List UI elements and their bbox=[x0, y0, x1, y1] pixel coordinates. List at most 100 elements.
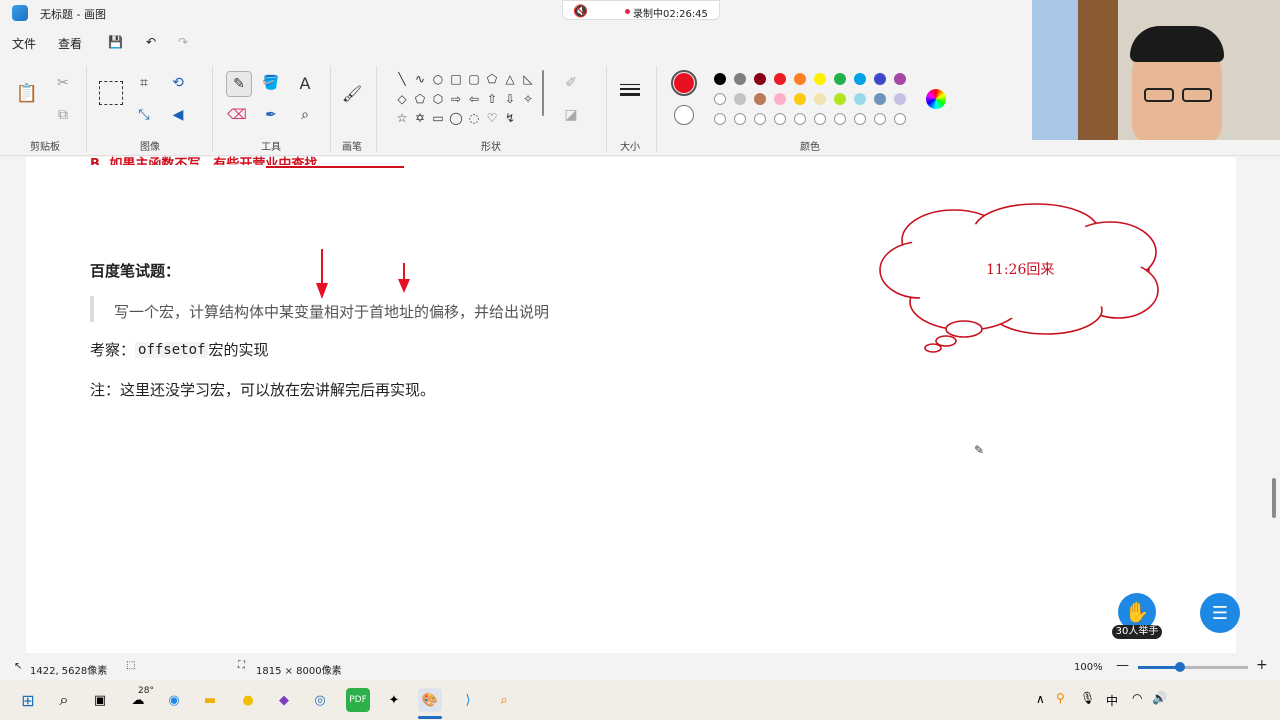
four-point-star-shape-icon[interactable]: ✧ bbox=[521, 92, 535, 106]
zoom-out-button[interactable]: — bbox=[1116, 658, 1129, 673]
color-swatch[interactable] bbox=[894, 93, 906, 105]
task-view-icon[interactable]: ▣ bbox=[88, 688, 112, 712]
color-swatch[interactable] bbox=[774, 73, 786, 85]
hexagon-shape-icon[interactable]: ⬡ bbox=[431, 92, 445, 106]
menu-view[interactable]: 查看 bbox=[58, 35, 82, 52]
shape-fill-icon[interactable]: ◪ bbox=[560, 104, 582, 126]
oval-callout-shape-icon[interactable]: ◯ bbox=[449, 111, 463, 125]
tray-app-icon[interactable]: ⚲ bbox=[1056, 691, 1065, 705]
rotate-icon[interactable]: ⟲ bbox=[167, 72, 189, 94]
chevron-up-icon[interactable]: ∧ bbox=[1036, 692, 1045, 706]
color-swatch[interactable] bbox=[874, 73, 886, 85]
custom-color-slot[interactable] bbox=[814, 113, 826, 125]
visual-studio-icon[interactable]: ◆ bbox=[272, 688, 296, 712]
curve-shape-icon[interactable]: ∿ bbox=[413, 72, 427, 86]
left-arrow-shape-icon[interactable]: ⇦ bbox=[467, 92, 481, 106]
custom-color-slot[interactable] bbox=[794, 113, 806, 125]
right-arrow-shape-icon[interactable]: ⇨ bbox=[449, 92, 463, 106]
drawing-canvas[interactable]: B. 如果主函数不写，有些开营业中查找 百度笔试题： 写一个宏，计算结构体中某变… bbox=[26, 157, 1240, 653]
line-shape-icon[interactable]: ╲ bbox=[395, 72, 409, 86]
shapes-scrollbar[interactable] bbox=[542, 70, 544, 116]
color-swatch[interactable] bbox=[794, 93, 806, 105]
volume-icon[interactable]: 🔊 bbox=[1152, 691, 1167, 705]
lightning-shape-icon[interactable]: ↯ bbox=[503, 111, 517, 125]
fill-bucket-icon[interactable]: 🪣 bbox=[260, 72, 282, 94]
primary-color-well[interactable] bbox=[671, 70, 697, 96]
speaker-muted-icon[interactable]: 🔇 bbox=[573, 4, 589, 18]
app-icon[interactable]: ● bbox=[236, 688, 260, 712]
down-arrow-shape-icon[interactable]: ⇩ bbox=[503, 92, 517, 106]
stroke-size-icon[interactable] bbox=[620, 84, 640, 96]
recording-indicator[interactable]: 🔇 录制中02:26:45 bbox=[562, 0, 720, 20]
color-swatch[interactable] bbox=[714, 73, 726, 85]
paint-taskbar-icon[interactable]: 🎨 bbox=[418, 688, 442, 712]
redo-icon[interactable]: ↷ bbox=[178, 35, 188, 49]
color-swatch[interactable] bbox=[854, 93, 866, 105]
custom-color-slot[interactable] bbox=[734, 113, 746, 125]
custom-color-slot[interactable] bbox=[874, 113, 886, 125]
color-swatch[interactable] bbox=[874, 93, 886, 105]
color-swatch[interactable] bbox=[834, 93, 846, 105]
chat-icon[interactable]: ☰ bbox=[1200, 593, 1240, 633]
diamond-shape-icon[interactable]: ◇ bbox=[395, 92, 409, 106]
file-explorer-icon[interactable]: ▬ bbox=[198, 688, 222, 712]
custom-color-slot[interactable] bbox=[714, 113, 726, 125]
heart-shape-icon[interactable]: ♡ bbox=[485, 111, 499, 125]
app-icon[interactable]: ✦ bbox=[382, 688, 406, 712]
search-app-icon[interactable]: ⌕ bbox=[492, 688, 516, 712]
secondary-color-well[interactable] bbox=[674, 105, 694, 125]
resize-icon[interactable]: ⤡ bbox=[133, 104, 155, 126]
color-swatch[interactable] bbox=[794, 73, 806, 85]
text-tool-icon[interactable]: A bbox=[294, 72, 316, 94]
eraser-icon[interactable]: ⌫ bbox=[226, 104, 248, 126]
app-icon[interactable]: ◎ bbox=[308, 688, 332, 712]
edit-colors-icon[interactable] bbox=[926, 89, 946, 109]
color-swatch[interactable] bbox=[754, 73, 766, 85]
rect-callout-shape-icon[interactable]: ▭ bbox=[431, 111, 445, 125]
vscode-icon[interactable]: ⟩ bbox=[456, 688, 480, 712]
rounded-rectangle-shape-icon[interactable]: ▢ bbox=[467, 72, 481, 86]
oval-shape-icon[interactable]: ○ bbox=[431, 72, 445, 86]
outline-icon[interactable]: ✐ bbox=[560, 72, 582, 94]
color-picker-icon[interactable]: ✒ bbox=[260, 104, 282, 126]
undo-icon[interactable]: ↶ bbox=[146, 35, 156, 49]
color-swatch[interactable] bbox=[854, 73, 866, 85]
custom-color-slot[interactable] bbox=[774, 113, 786, 125]
color-swatch[interactable] bbox=[714, 93, 726, 105]
pencil-icon[interactable]: ✎ bbox=[226, 71, 252, 97]
magnifier-icon[interactable]: ⌕ bbox=[294, 104, 316, 126]
five-point-star-shape-icon[interactable]: ☆ bbox=[395, 111, 409, 125]
cut-icon[interactable]: ✂ bbox=[52, 72, 74, 94]
color-swatch[interactable] bbox=[734, 73, 746, 85]
copy-icon[interactable]: ⧉ bbox=[52, 104, 74, 126]
pentagon-shape-icon[interactable]: ⬠ bbox=[413, 92, 427, 106]
polygon-shape-icon[interactable]: ⬠ bbox=[485, 72, 499, 86]
zoom-in-button[interactable]: + bbox=[1256, 657, 1268, 673]
color-swatch[interactable] bbox=[774, 93, 786, 105]
triangle-shape-icon[interactable]: △ bbox=[503, 72, 517, 86]
color-swatch[interactable] bbox=[814, 93, 826, 105]
menu-file[interactable]: 文件 bbox=[12, 35, 36, 52]
cloud-callout-shape-icon[interactable]: ◌ bbox=[467, 111, 481, 125]
search-icon[interactable]: ⌕ bbox=[52, 688, 76, 712]
up-arrow-shape-icon[interactable]: ⇧ bbox=[485, 92, 499, 106]
start-icon[interactable]: ⊞ bbox=[16, 688, 40, 712]
select-icon[interactable] bbox=[99, 81, 123, 105]
paste-icon[interactable]: 📋 bbox=[15, 80, 39, 106]
color-swatch[interactable] bbox=[734, 93, 746, 105]
color-swatch[interactable] bbox=[754, 93, 766, 105]
zoom-slider[interactable] bbox=[1138, 662, 1248, 672]
custom-color-slot[interactable] bbox=[834, 113, 846, 125]
crop-icon[interactable]: ⌗ bbox=[133, 72, 155, 94]
microphone-icon[interactable]: 🎙 bbox=[1080, 691, 1095, 705]
color-swatch[interactable] bbox=[834, 73, 846, 85]
color-swatch[interactable] bbox=[894, 73, 906, 85]
ime-indicator[interactable]: 中 bbox=[1106, 692, 1118, 709]
brush-icon[interactable]: 🖌 bbox=[340, 80, 364, 106]
save-icon[interactable]: 💾 bbox=[108, 35, 123, 49]
pdf-app-icon[interactable]: PDF bbox=[346, 688, 370, 712]
custom-color-slot[interactable] bbox=[754, 113, 766, 125]
color-swatch[interactable] bbox=[814, 73, 826, 85]
custom-color-slot[interactable] bbox=[894, 113, 906, 125]
right-triangle-shape-icon[interactable]: ◺ bbox=[521, 72, 535, 86]
